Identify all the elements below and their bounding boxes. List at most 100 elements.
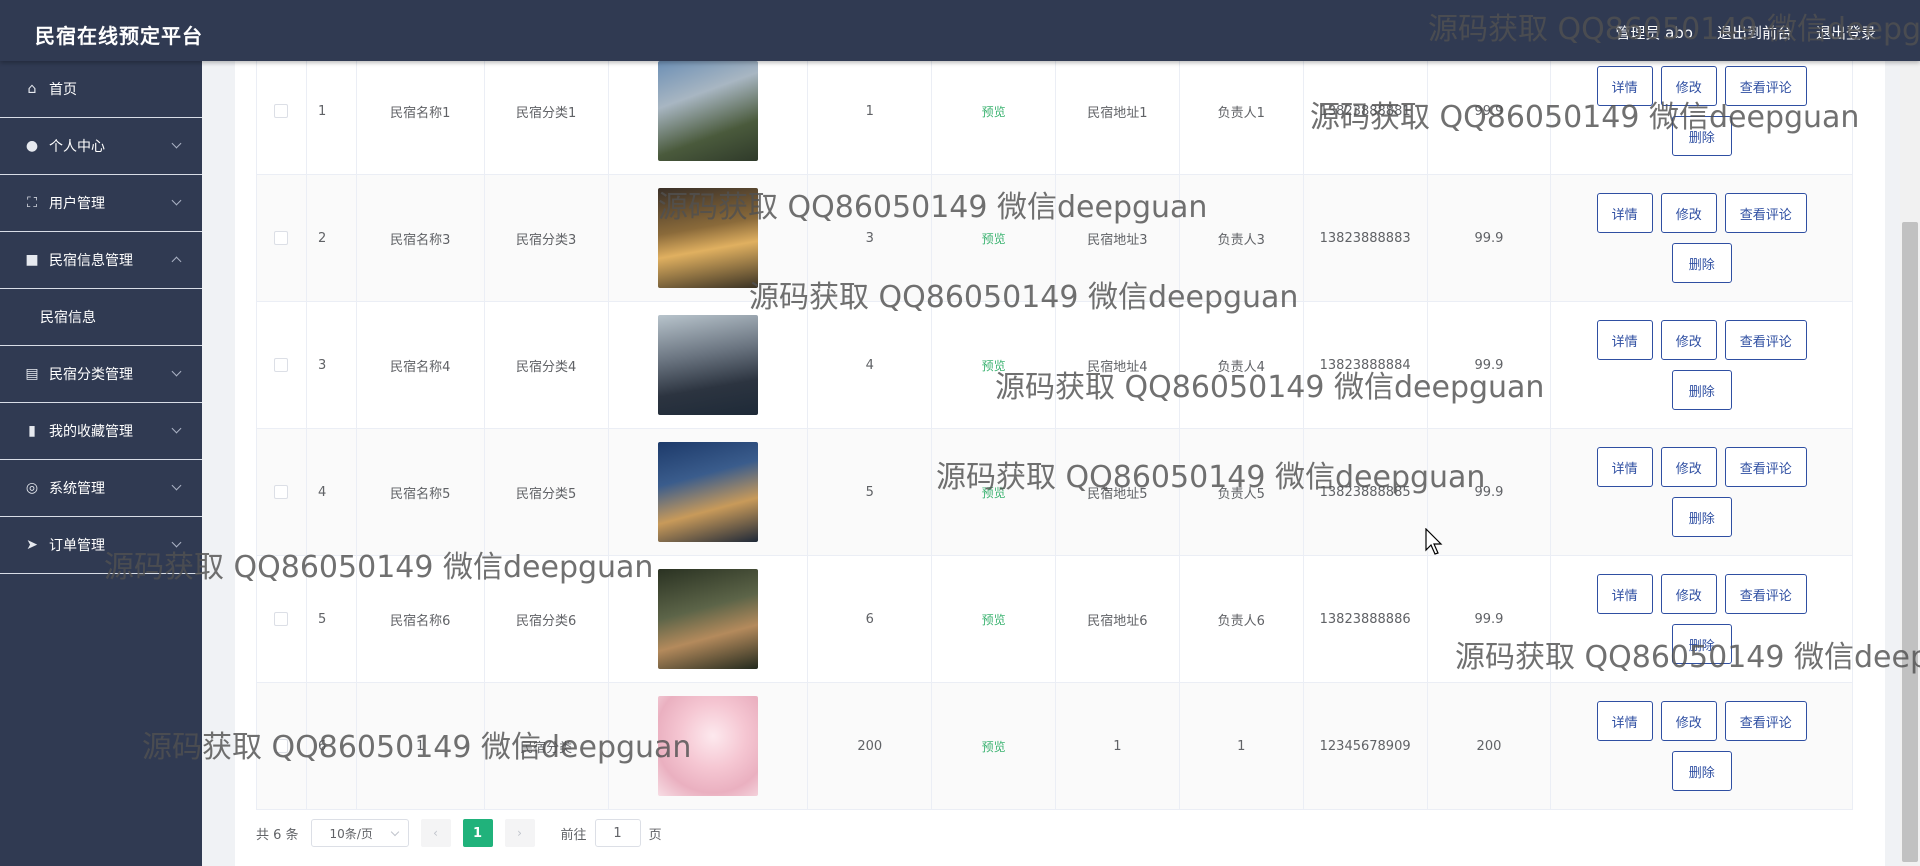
view-reviews-button[interactable]: 查看评论 [1724, 701, 1807, 741]
preview-link[interactable]: 预览 [982, 103, 1006, 120]
homestay-price: 99.9 [1428, 302, 1552, 428]
homestay-thumbnail[interactable] [657, 315, 758, 415]
detail-button[interactable]: 详情 [1596, 193, 1653, 233]
prev-page-button[interactable]: ‹ [420, 819, 451, 847]
chevron-down-icon [171, 480, 182, 491]
delete-button[interactable]: 删除 [1671, 243, 1732, 283]
sidebar-item-home[interactable]: ⌂ 首页 [0, 61, 202, 118]
pagination-total: 共 6 条 [256, 827, 299, 843]
homestay-thumbnail[interactable] [657, 442, 758, 542]
preview-link[interactable]: 预览 [982, 230, 1006, 247]
sidebar-item-favorites[interactable]: ▮ 我的收藏管理 [0, 403, 202, 460]
homestay-thumbnail[interactable] [657, 569, 758, 669]
homestay-price: 99.9 [1428, 556, 1552, 682]
admin-user-label[interactable]: 管理员 abo [1615, 22, 1693, 43]
preview-cell: 预览 [932, 302, 1057, 428]
delete-button[interactable]: 删除 [1671, 624, 1732, 664]
chevron-down-icon [390, 827, 399, 836]
preview-cell: 预览 [932, 683, 1057, 809]
row-checkbox-cell [257, 429, 307, 555]
homestay-category: 民宿分类3 [485, 175, 609, 301]
home-icon: ⌂ [27, 81, 37, 97]
view-reviews-button[interactable]: 查看评论 [1724, 320, 1807, 360]
homestay-category: 民宿分类4 [485, 302, 609, 428]
homestay-address: 民宿地址6 [1056, 556, 1180, 682]
homestay-image-cell [609, 556, 809, 682]
sidebar-subitem-homestay-info[interactable]: 民宿信息 [0, 289, 202, 346]
preview-link[interactable]: 预览 [982, 484, 1006, 501]
homestay-address: 民宿地址5 [1056, 429, 1180, 555]
chevron-down-icon [171, 138, 182, 149]
logout-link[interactable]: 退出登录 [1816, 22, 1876, 43]
users-icon: ⛶ [27, 195, 37, 211]
header-actions: 管理员 abo 退出到前台 退出登录 [1615, 22, 1876, 43]
row-checkbox-cell [257, 683, 307, 809]
preview-cell: 预览 [932, 556, 1057, 682]
row-actions: 详情 修改 查看评论 删除 [1551, 175, 1852, 301]
homestay-owner: 1 [1180, 683, 1304, 809]
detail-button[interactable]: 详情 [1596, 574, 1653, 614]
delete-button[interactable]: 删除 [1671, 751, 1732, 791]
sidebar-item-category[interactable]: ▤ 民宿分类管理 [0, 346, 202, 403]
sidebar-item-users[interactable]: ⛶ 用户管理 [0, 175, 202, 232]
homestay-price: 99.9 [1428, 48, 1552, 174]
homestay-owner: 负责人6 [1180, 556, 1304, 682]
delete-button[interactable]: 删除 [1671, 370, 1732, 410]
sidebar-item-system[interactable]: ◎ 系统管理 [0, 460, 202, 517]
briefcase-icon: ■ [25, 252, 39, 268]
bar-chart-icon: ▮ [28, 423, 36, 439]
edit-button[interactable]: 修改 [1660, 701, 1717, 741]
detail-button[interactable]: 详情 [1596, 66, 1653, 106]
sidebar-item-homestay-info[interactable]: ■ 民宿信息管理 [0, 232, 202, 289]
next-page-button[interactable]: › [504, 819, 535, 847]
page-number-current[interactable]: 1 [462, 819, 493, 847]
edit-button[interactable]: 修改 [1660, 447, 1717, 487]
edit-button[interactable]: 修改 [1660, 574, 1717, 614]
view-reviews-button[interactable]: 查看评论 [1724, 193, 1807, 233]
sidebar-item-profile[interactable]: ● 个人中心 [0, 118, 202, 175]
preview-link[interactable]: 预览 [982, 611, 1006, 628]
row-checkbox[interactable] [274, 485, 289, 499]
delete-button[interactable]: 删除 [1671, 116, 1732, 156]
row-checkbox[interactable] [274, 231, 289, 245]
view-reviews-button[interactable]: 查看评论 [1724, 447, 1807, 487]
scrollbar-thumb[interactable] [1902, 222, 1918, 862]
preview-cell: 预览 [932, 175, 1057, 301]
row-index: 5 [307, 556, 357, 682]
sidebar-item-label: 民宿分类管理 [49, 367, 133, 383]
view-reviews-button[interactable]: 查看评论 [1724, 574, 1807, 614]
pagination: 共 6 条 10条/页 ‹ 1 › 前往 页 [256, 819, 662, 847]
view-reviews-button[interactable]: 查看评论 [1724, 66, 1807, 106]
row-checkbox[interactable] [274, 104, 289, 118]
edit-button[interactable]: 修改 [1660, 193, 1717, 233]
row-checkbox[interactable] [274, 358, 289, 372]
homestay-address: 民宿地址4 [1056, 302, 1180, 428]
preview-link[interactable]: 预览 [982, 357, 1006, 374]
homestay-number: 6 [808, 556, 933, 682]
settings-icon: ◎ [25, 480, 39, 496]
row-actions: 详情 修改 查看评论 删除 [1551, 48, 1852, 174]
homestay-thumbnail[interactable] [657, 61, 758, 161]
edit-button[interactable]: 修改 [1660, 320, 1717, 360]
page-size-select[interactable]: 10条/页 [310, 819, 409, 847]
detail-button[interactable]: 详情 [1596, 701, 1653, 741]
row-checkbox[interactable] [274, 612, 289, 626]
homestay-number: 4 [808, 302, 933, 428]
exit-to-front-link[interactable]: 退出到前台 [1717, 22, 1792, 43]
sidebar-item-orders[interactable]: ➤ 订单管理 [0, 517, 202, 574]
edit-button[interactable]: 修改 [1660, 66, 1717, 106]
homestay-table: 1 民宿名称1 民宿分类1 1 预览 民宿地址1 负责人1 1382388888… [256, 48, 1853, 810]
row-checkbox[interactable] [274, 739, 289, 753]
preview-link[interactable]: 预览 [982, 738, 1006, 755]
homestay-image-cell [609, 683, 809, 809]
row-actions: 详情 修改 查看评论 删除 [1551, 429, 1852, 555]
delete-button[interactable]: 删除 [1671, 497, 1732, 537]
page-jump-input[interactable] [594, 819, 641, 847]
homestay-thumbnail[interactable] [657, 696, 758, 796]
detail-button[interactable]: 详情 [1596, 320, 1653, 360]
chevron-down-icon [171, 195, 182, 206]
homestay-thumbnail[interactable] [657, 188, 758, 288]
mouse-cursor-icon [1425, 528, 1443, 555]
detail-button[interactable]: 详情 [1596, 447, 1653, 487]
sidebar-item-label: 民宿信息管理 [49, 253, 133, 269]
